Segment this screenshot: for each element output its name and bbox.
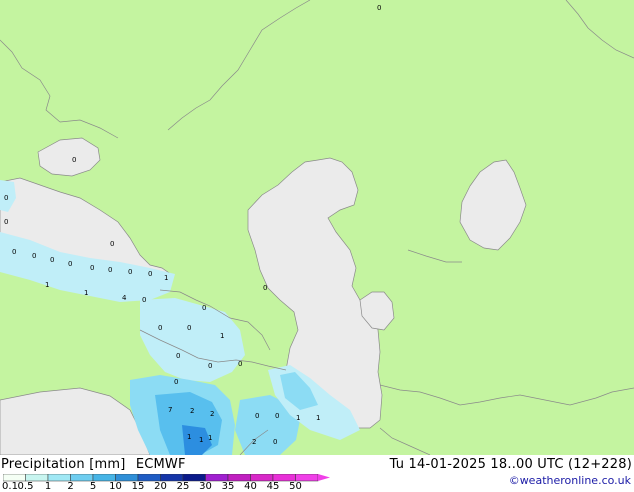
legend-swatch: [182, 474, 206, 482]
value-label: 0: [208, 362, 212, 370]
legend-tick: 35: [221, 481, 235, 492]
value-label: 1: [84, 289, 88, 297]
legend-swatch: [3, 474, 26, 482]
legend-overflow-arrow: [318, 474, 330, 481]
value-label: 0: [72, 156, 76, 164]
value-label: 0: [4, 218, 8, 226]
value-label: 0: [12, 248, 16, 256]
value-label: 0: [238, 360, 242, 368]
value-label: 0: [90, 264, 94, 272]
legend-swatch: [115, 474, 139, 482]
value-label: 0: [50, 256, 54, 264]
model-name: ECMWF: [135, 457, 186, 472]
legend-swatch: [47, 474, 71, 482]
value-label: 0: [142, 296, 146, 304]
legend-tick: 20: [154, 481, 167, 492]
value-label: 1: [164, 274, 168, 282]
map-footer: Precipitation [mm] ECMWF Tu 14-01-2025 1…: [0, 455, 634, 492]
product-name: Precipitation [mm]: [1, 457, 126, 472]
value-label: 2: [252, 438, 256, 446]
value-label: 0: [263, 284, 267, 292]
valid-time: Tu 14-01-2025 18..00 UTC (12+228): [389, 457, 632, 472]
value-label: 1: [45, 281, 49, 289]
value-label: 1: [220, 332, 224, 340]
legend-swatch: [70, 474, 94, 482]
value-label: 0: [4, 194, 8, 202]
legend-tick: 30: [199, 481, 212, 492]
legend-tick: 40: [244, 481, 257, 492]
legend-swatch: [205, 474, 229, 482]
legend-tick: 0.1: [2, 481, 18, 492]
value-label: 0: [273, 438, 277, 446]
value-label: 1: [199, 436, 203, 444]
value-label: 2: [210, 410, 214, 418]
value-label: 0: [255, 412, 259, 420]
value-label: 0: [148, 270, 152, 278]
value-label: 0: [68, 260, 72, 268]
value-label: 0: [202, 304, 206, 312]
precipitation-legend: 0.1 0.5 1 2 5 10 15 20 25 30 35 40 45 50: [2, 474, 333, 492]
value-label: 0: [187, 324, 191, 332]
value-label: 1: [208, 434, 212, 442]
legend-swatch: [92, 474, 116, 482]
value-label: 0: [275, 412, 279, 420]
legend-tick: 2: [67, 481, 74, 492]
value-label: 0: [174, 378, 178, 386]
value-label: 0: [128, 268, 132, 276]
value-label: 1: [187, 433, 191, 441]
copyright-link[interactable]: ©weatheronline.co.uk: [509, 474, 631, 487]
legend-swatch: [227, 474, 251, 482]
legend-swatch: [25, 474, 49, 482]
value-label: 1: [296, 414, 300, 422]
legend-swatch: [160, 474, 184, 482]
legend-swatch: [295, 474, 319, 482]
legend-tick: 15: [131, 481, 145, 492]
legend-tick: 50: [289, 481, 302, 492]
legend-tick: 25: [176, 481, 190, 492]
legend-tick: 5: [89, 481, 97, 492]
legend-swatch: [250, 474, 274, 482]
legend-tick: 0.5: [17, 481, 34, 492]
legend-tick: 10: [109, 481, 122, 492]
value-label: 4: [122, 294, 127, 302]
value-label: 7: [168, 406, 172, 414]
value-label: 0: [32, 252, 36, 260]
value-label: 0: [377, 4, 381, 12]
value-label: 1: [316, 414, 320, 422]
value-label: 0: [108, 266, 112, 274]
legend-swatch: [137, 474, 161, 482]
product-title: Precipitation [mm] ECMWF: [1, 457, 192, 472]
precipitation-map: 0 0 0 0 0 0 0 0 0 0 0 0 1 1 1 4 0 0 0 1 …: [0, 0, 634, 455]
value-label: 2: [190, 407, 194, 415]
value-label: 0: [158, 324, 162, 332]
legend-swatch: [272, 474, 296, 482]
value-label: 0: [176, 352, 180, 360]
legend-tick: 45: [266, 481, 280, 492]
value-label: 0: [110, 240, 114, 248]
legend-tick: 1: [44, 481, 52, 492]
